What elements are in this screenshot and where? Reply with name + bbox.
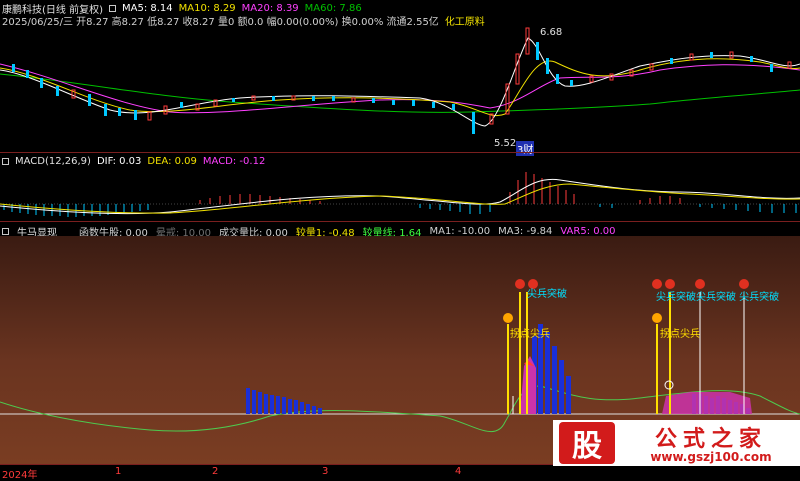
- x-axis-month-2: 2: [212, 466, 219, 477]
- x-axis-month-1: 1: [115, 466, 122, 477]
- macd-settings-icon[interactable]: [2, 158, 9, 165]
- magenta-area-2: [662, 392, 752, 414]
- breakout-label-multi: 尖兵突破尖兵突破 尖兵突破: [656, 292, 780, 303]
- pick-label-2: 拐点尖兵: [660, 329, 700, 340]
- earnings-event-badge[interactable]: 3财: [516, 141, 535, 156]
- price-low-label: 5.52: [494, 138, 517, 149]
- watermark-name: 公式之家: [654, 426, 767, 452]
- indicator-settings-icon[interactable]: [2, 228, 9, 235]
- ma20-line: [0, 63, 800, 114]
- panel-divider: [0, 152, 800, 153]
- price-chart[interactable]: [0, 24, 800, 152]
- candlesticks: [12, 27, 792, 134]
- pick-label-1: 拐点尖兵: [510, 329, 550, 340]
- settings-icon[interactable]: [108, 5, 116, 12]
- x-axis-month-4: 4: [455, 466, 462, 477]
- macd-histogram: [3, 172, 797, 217]
- price-high-label: 6.68: [540, 27, 563, 38]
- x-axis-month-3: 3: [322, 466, 329, 477]
- breakout-label-1: 尖兵突破: [527, 289, 567, 300]
- watermark: 股 公式之家 www.gszj100.com: [553, 420, 800, 466]
- macd-chart[interactable]: [0, 166, 800, 220]
- watermark-url: www.gszj100.com: [650, 450, 772, 464]
- watermark-logo: 股: [559, 422, 615, 464]
- x-axis: 2024年 1 2 3 4: [0, 464, 800, 481]
- x-axis-year: 2024年: [2, 470, 38, 481]
- ma60-line: [0, 73, 800, 113]
- panel-divider-2: [0, 221, 800, 222]
